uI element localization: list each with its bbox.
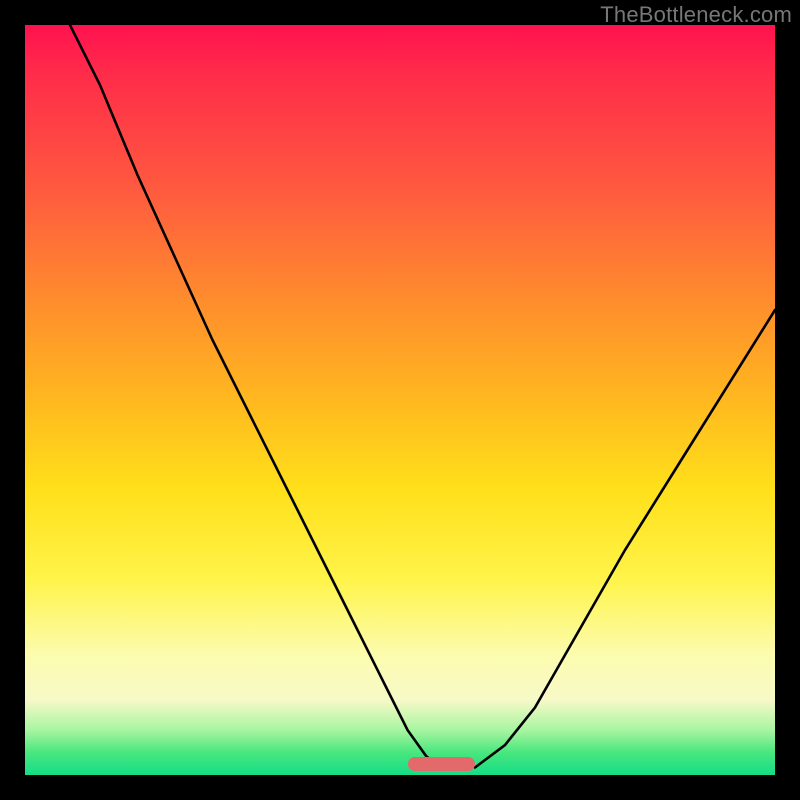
curve-layer [25,25,775,775]
chart-frame: TheBottleneck.com [0,0,800,800]
curve-left-branch [70,25,441,768]
plot-area [25,25,775,775]
curve-right-branch [475,310,775,768]
bottleneck-marker [408,757,476,771]
